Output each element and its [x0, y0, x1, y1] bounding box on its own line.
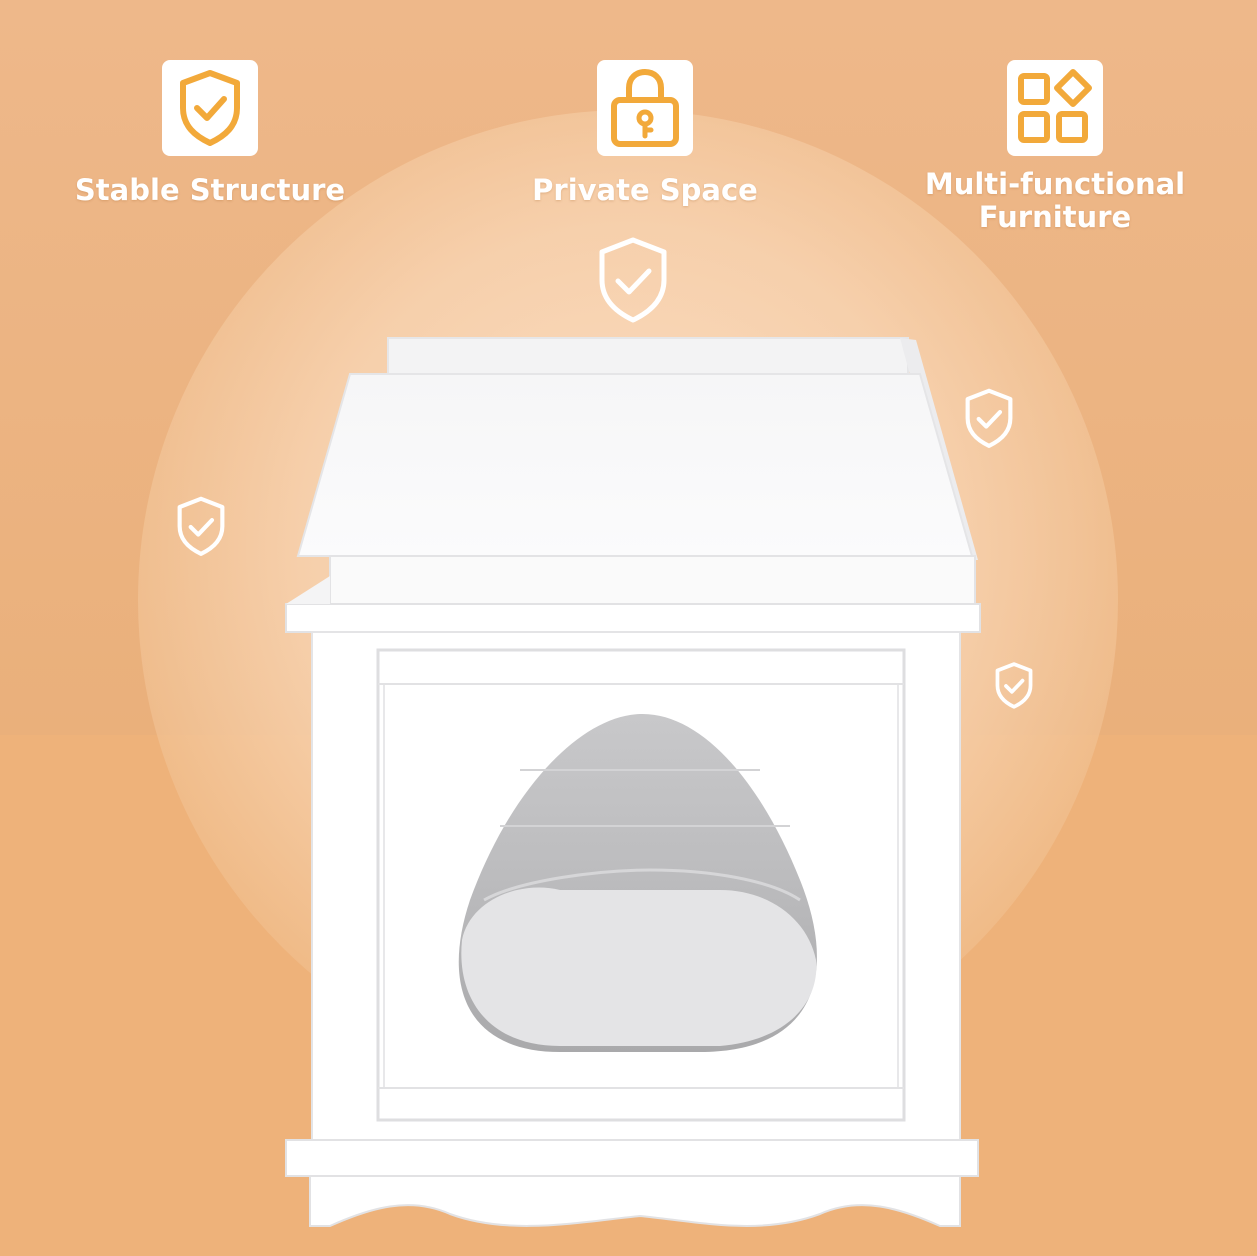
product-scene: Stable Structure Private Space Multi-fun…: [0, 0, 1257, 1256]
litter-box-cabinet: [285, 337, 981, 1227]
